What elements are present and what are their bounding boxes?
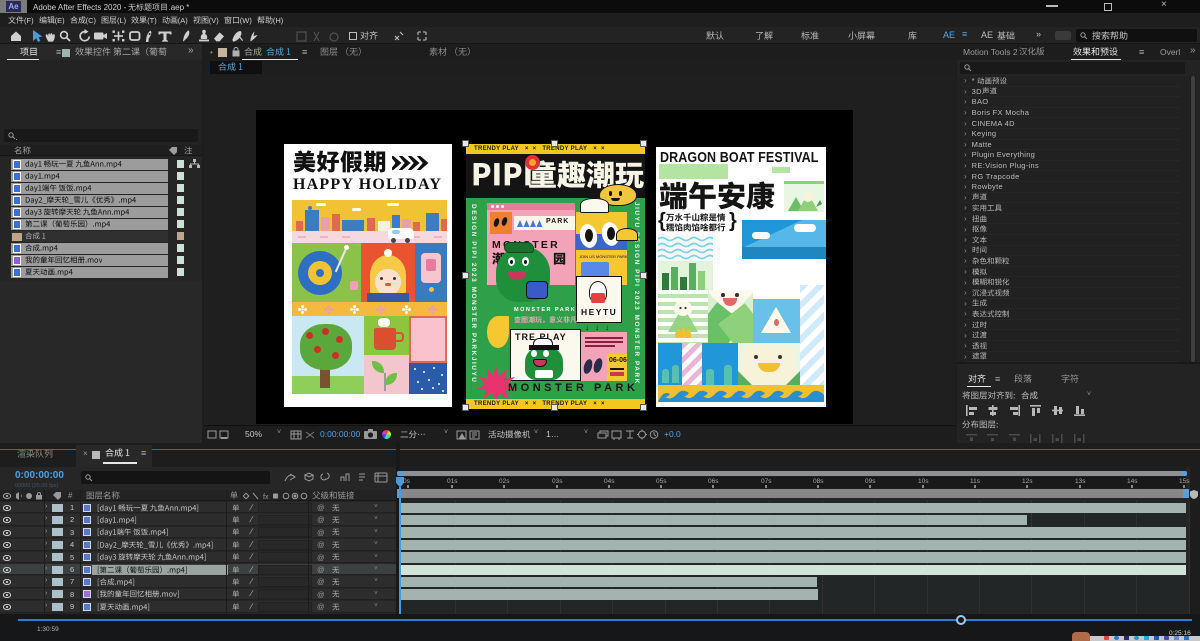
svg-text:fx: fx	[263, 494, 269, 500]
